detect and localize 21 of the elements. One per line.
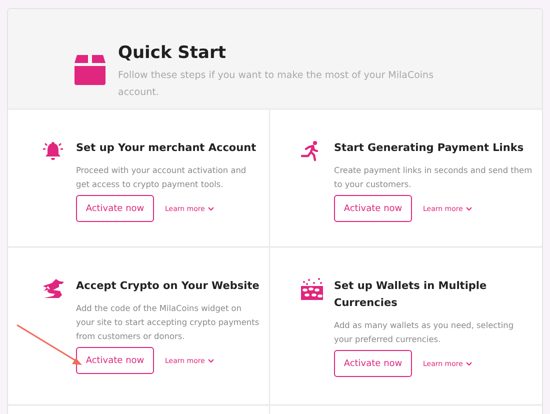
- step-description: Add the code of the MilaCoins widget on your site to start accepting crypto payments from customers or donors.: [76, 302, 260, 343]
- box-icon: [74, 53, 106, 85]
- activate-button[interactable]: Activate now: [76, 347, 154, 374]
- step-description: Create payment links in seconds and send them to your customers.: [334, 164, 534, 191]
- bell-icon: [42, 140, 64, 162]
- step-title: Set up Wallets in Multiple Currencies: [334, 279, 488, 311]
- activate-button[interactable]: Activate now: [334, 350, 412, 377]
- step-title: Accept Crypto on Your Website: [76, 279, 260, 294]
- chevron-down-icon: [208, 358, 214, 362]
- page-title: Quick Start: [118, 43, 228, 63]
- step-description: Add as many wallets as you need, selecting your preferred currencies.: [334, 319, 515, 346]
- coins-icon: [300, 278, 324, 300]
- chevron-down-icon: [466, 362, 472, 366]
- activate-button[interactable]: Activate now: [76, 195, 154, 222]
- chevron-down-icon: [466, 206, 472, 210]
- chevron-down-icon: [208, 206, 214, 210]
- step-title: Set up Your merchant Account: [76, 141, 258, 156]
- activate-button[interactable]: Activate now: [334, 195, 412, 222]
- step-description: Proceed with your account activation and get access to crypto payment tools.: [76, 164, 248, 191]
- page-subtitle: Follow these steps if you want to make the most of your MilaCoins account.: [118, 69, 435, 100]
- step-title: Start Generating Payment Links: [334, 141, 525, 156]
